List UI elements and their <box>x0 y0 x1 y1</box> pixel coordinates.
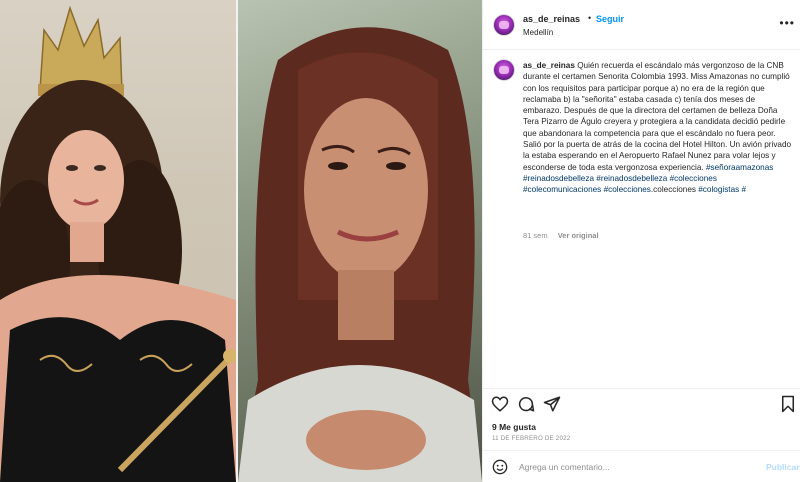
comment-input[interactable] <box>519 459 749 475</box>
caption-meta: 81 sem Ver original <box>523 231 607 240</box>
post-side-panel: as_de_reinas • Seguir Medellín ••• as_de… <box>482 0 800 482</box>
hashtag-link[interactable]: #colecciones <box>604 185 651 194</box>
post-media[interactable] <box>0 0 482 482</box>
caption-text: as_de_reinas Quién recuerda el escándalo… <box>523 60 795 196</box>
caption-plain-word: .colecciones <box>650 185 699 195</box>
hashtag-link[interactable]: #reinadosdebelleza <box>596 174 667 183</box>
post-header: as_de_reinas • Seguir Medellín ••• <box>483 0 800 50</box>
hashtag-link[interactable]: #colecciones <box>670 174 717 183</box>
author-username[interactable]: as_de_reinas <box>523 14 580 24</box>
hashtag-link[interactable]: #señoraamazonas <box>706 163 773 172</box>
caption-body: Quién recuerda el escándalo más vergonzo… <box>523 61 792 172</box>
caption-author-avatar[interactable] <box>493 59 515 81</box>
separator-dot: • <box>588 13 592 23</box>
hashtag-link[interactable]: #reinadosdebelleza <box>523 174 594 183</box>
share-icon[interactable] <box>543 395 561 413</box>
post-location[interactable]: Medellín <box>523 28 553 37</box>
publish-button[interactable]: Publicar <box>766 462 800 472</box>
likes-count[interactable]: 9 Me gusta <box>492 422 536 432</box>
hashtag-link[interactable]: #cologistas <box>698 185 739 194</box>
action-bar <box>483 388 800 418</box>
emoji-icon[interactable] <box>492 459 508 475</box>
post-age: 81 sem <box>523 231 548 240</box>
follow-button[interactable]: Seguir <box>596 14 624 24</box>
hashtag-link[interactable]: # <box>742 185 747 194</box>
comment-bar: Publicar <box>483 450 800 482</box>
caption-username[interactable]: as_de_reinas <box>523 61 575 70</box>
caption-area: as_de_reinas Quién recuerda el escándalo… <box>483 51 800 387</box>
post-date: 11 DE FEBRERO DE 2022 <box>492 435 571 442</box>
see-original-link[interactable]: Ver original <box>558 231 599 240</box>
photo-pageant-vintage <box>0 0 236 482</box>
photo-portrait-closeup <box>238 0 482 482</box>
more-horizontal-icon[interactable]: ••• <box>779 16 795 30</box>
author-avatar[interactable] <box>493 14 515 36</box>
bookmark-icon[interactable] <box>779 395 797 413</box>
heart-icon[interactable] <box>491 395 509 413</box>
hashtag-link[interactable]: #colecomunicaciones <box>523 185 601 194</box>
comment-icon[interactable] <box>517 395 535 413</box>
